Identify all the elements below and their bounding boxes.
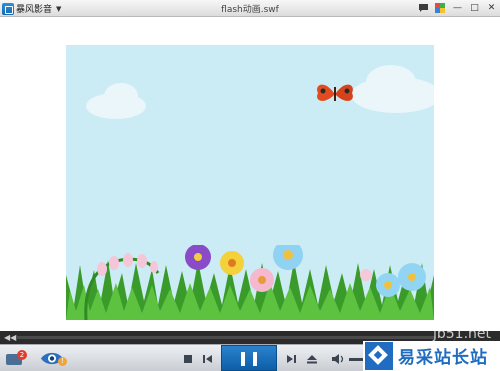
pause-button[interactable] [221, 345, 277, 371]
color-palette-icon[interactable] [434, 1, 447, 14]
seek-slider[interactable] [16, 336, 436, 339]
title-bar: 暴风影音 ▼ flash动画.swf — □ ✕ [0, 0, 500, 17]
watermark-brand-text: 易采站长站 [398, 348, 488, 368]
rewind-icon[interactable]: ◀◀ [4, 333, 16, 342]
speech-bubble-icon[interactable] [417, 1, 430, 14]
watermark-brand: 易采站长站 [363, 341, 500, 371]
stop-button[interactable] [181, 352, 195, 366]
close-button[interactable]: ✕ [485, 1, 498, 14]
minimize-button[interactable]: — [451, 1, 464, 14]
speaker-icon[interactable] [331, 352, 345, 366]
cloud-left-puff [104, 83, 138, 109]
brand-logo-icon [365, 342, 393, 370]
player-window: 暴风影音 ▼ flash动画.swf — □ ✕ ◀◀ 2 ! jb51.net… [0, 0, 500, 371]
pause-icon-bar [253, 352, 257, 366]
notification-badge: 2 [17, 350, 27, 360]
eject-icon[interactable] [305, 352, 319, 366]
maximize-button[interactable]: □ [468, 1, 481, 14]
video-viewport[interactable] [66, 45, 434, 320]
toolbox-button[interactable]: 2 [6, 350, 27, 366]
butterfly-illustration [317, 84, 353, 101]
pause-icon [241, 352, 245, 366]
volume-slider[interactable] [349, 358, 363, 361]
cloud-right-puff [366, 65, 416, 99]
next-icon[interactable] [285, 352, 299, 366]
warning-badge: ! [58, 357, 67, 366]
watermark-faint-text: jb51.net [433, 326, 492, 342]
window-controls: — □ ✕ [417, 1, 498, 14]
previous-icon[interactable] [200, 352, 214, 366]
meadow-illustration [66, 245, 434, 320]
